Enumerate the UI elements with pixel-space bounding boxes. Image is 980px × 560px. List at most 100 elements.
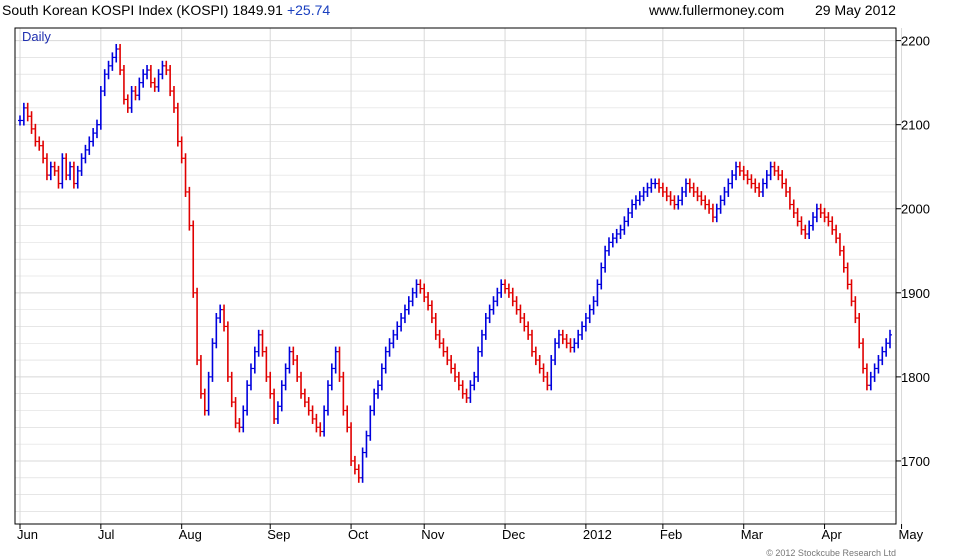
ohlc-bar xyxy=(807,220,812,240)
ohlc-bar xyxy=(472,371,477,391)
ohlc-bar xyxy=(468,380,473,403)
ohlc-bar xyxy=(426,291,431,311)
ohlc-bar xyxy=(322,405,327,437)
ohlc-bar xyxy=(137,77,142,101)
ohlc-bar xyxy=(768,161,773,181)
ohlc-bar xyxy=(495,287,500,307)
ohlc-bar xyxy=(760,178,765,197)
ohlc-bar xyxy=(884,338,889,357)
ohlc-bar xyxy=(222,304,227,332)
ohlc-bar xyxy=(241,405,246,433)
ohlc-bar xyxy=(741,165,746,181)
ohlc-bar xyxy=(772,161,777,176)
ohlc-bar xyxy=(576,329,581,349)
ohlc-bar xyxy=(418,279,423,294)
ohlc-bar xyxy=(522,312,527,332)
ohlc-bar xyxy=(133,86,138,101)
ohlc-bar xyxy=(749,174,754,189)
ohlc-bar xyxy=(279,380,284,412)
ohlc-bar xyxy=(526,321,531,340)
period-label: Daily xyxy=(22,29,51,44)
ohlc-bar xyxy=(29,111,34,134)
x-tick-label: Feb xyxy=(660,527,682,542)
ohlc-bar xyxy=(718,195,723,214)
ohlc-bar xyxy=(683,178,688,197)
grid-lines xyxy=(15,28,903,524)
ohlc-bar xyxy=(399,312,404,332)
x-tick-label: Jul xyxy=(98,527,115,542)
ohlc-bar xyxy=(553,338,558,366)
ohlc-bar xyxy=(295,355,300,382)
ohlc-bar xyxy=(156,69,161,92)
ohlc-bar xyxy=(406,296,411,315)
ohlc-bar xyxy=(345,405,350,433)
ohlc-bar xyxy=(653,178,658,189)
ohlc-bar xyxy=(310,405,315,424)
ohlc-bar xyxy=(83,144,88,164)
ohlc-bar xyxy=(876,355,881,374)
ohlc-bar xyxy=(291,346,296,366)
ohlc-bar xyxy=(776,165,781,181)
ohlc-bar xyxy=(568,338,573,353)
ohlc-bar xyxy=(299,371,304,399)
ohlc-bar xyxy=(649,178,654,193)
ohlc-bar xyxy=(703,195,708,210)
ohlc-bar xyxy=(129,86,134,113)
y-tick-label: 1700 xyxy=(901,454,930,469)
ohlc-bar xyxy=(676,195,681,210)
ohlc-bar xyxy=(587,304,592,324)
ohlc-bar xyxy=(787,186,792,210)
ohlc-bar xyxy=(610,233,615,248)
ohlc-bar xyxy=(44,153,49,181)
ohlc-bar xyxy=(37,136,42,151)
ohlc-bar xyxy=(79,153,84,176)
copyright-notice: © 2012 Stockcube Research Ltd xyxy=(766,548,896,558)
ohlc-bar xyxy=(114,43,119,63)
ohlc-bar xyxy=(202,388,207,416)
ohlc-bar xyxy=(460,380,465,399)
ohlc-bar xyxy=(714,203,719,223)
price-chart: Daily 1700 1800 1900 2000 2100 2200 Jun Jul Aug… xyxy=(14,27,930,542)
ohlc-bar xyxy=(780,170,785,189)
ohlc-bar xyxy=(560,329,565,345)
ohlc-bar xyxy=(318,422,323,437)
ohlc-bar xyxy=(91,128,96,147)
ohlc-bar xyxy=(56,165,61,189)
ohlc-bar xyxy=(664,186,669,202)
ohlc-bar xyxy=(695,186,700,202)
ohlc-bar xyxy=(94,119,99,139)
ohlc-bar xyxy=(437,329,442,349)
ohlc-bar xyxy=(499,279,504,298)
ohlc-bar xyxy=(152,77,157,92)
ohlc-bar xyxy=(41,140,46,164)
ohlc-bar xyxy=(391,329,396,349)
ohlc-bar xyxy=(784,178,789,197)
ohlc-bar xyxy=(356,464,361,483)
ohlc-bar xyxy=(826,212,831,227)
ohlc-bar xyxy=(414,279,419,298)
ohlc-bar xyxy=(410,287,415,307)
ohlc-bar xyxy=(533,346,538,366)
ohlc-bar xyxy=(106,60,111,80)
ohlc-bar xyxy=(179,136,184,164)
ohlc-bar xyxy=(387,338,392,357)
ohlc-bar xyxy=(352,455,357,475)
ohlc-bar xyxy=(803,224,808,240)
ohlc-bar xyxy=(491,296,496,315)
ohlc-bar xyxy=(441,338,446,357)
ohlc-bar xyxy=(25,102,30,122)
ohlc-bar xyxy=(618,224,623,240)
ohlc-bar xyxy=(834,224,839,244)
ohlc-bar xyxy=(637,191,642,206)
ohlc-bar xyxy=(118,43,123,76)
ohlc-bar xyxy=(110,52,115,71)
ohlc-bar xyxy=(888,329,892,349)
ohlc-bar xyxy=(822,207,827,223)
ohlc-bar xyxy=(564,334,569,349)
x-tick-label: Dec xyxy=(502,527,526,542)
ohlc-bar xyxy=(726,178,731,197)
ohlc-bar xyxy=(837,233,842,256)
ohlc-bar xyxy=(633,195,638,210)
ohlc-bar xyxy=(510,287,515,307)
ohlc-bar xyxy=(699,191,704,206)
